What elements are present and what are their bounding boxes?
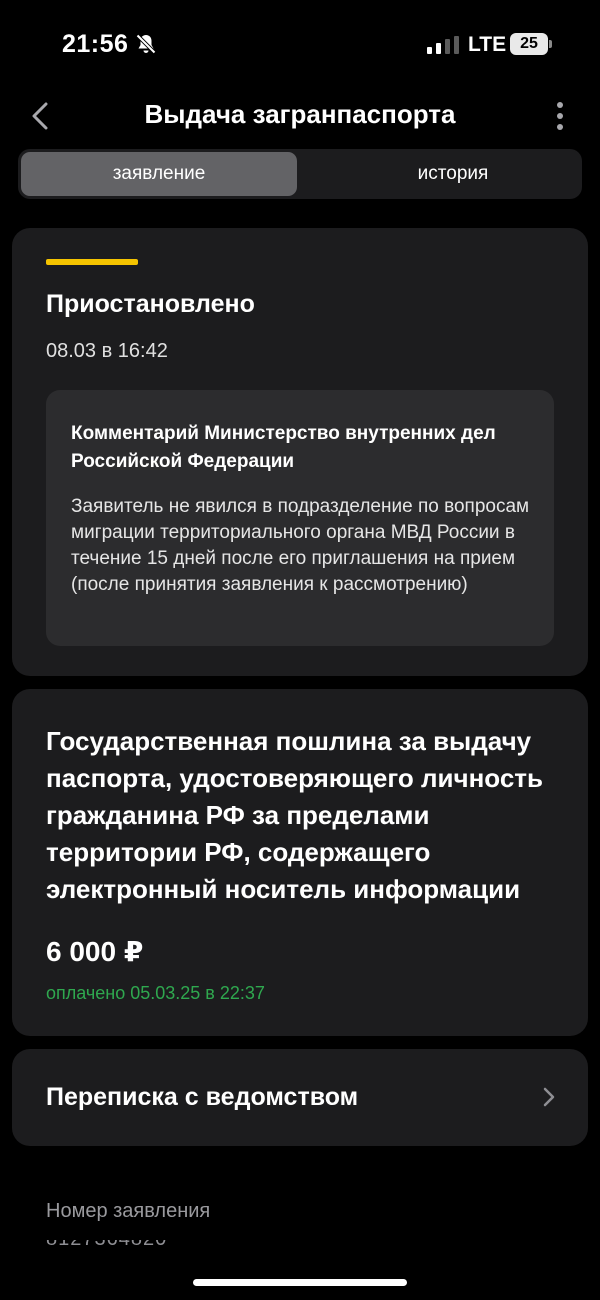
home-indicator[interactable] [193,1279,407,1286]
fee-title: Государственная пошлина за выдачу паспор… [46,726,543,904]
segmented-control: заявление история [18,149,582,199]
tab-application[interactable]: заявление [21,152,297,196]
comment-box: Комментарий Министерство внутренних дел … [46,390,554,646]
page-title: Выдача загранпаспорта [144,99,456,129]
fee-paid-status: оплачено 05.03.25 в 22:37 [46,983,265,1003]
comment-title: Комментарий Министерство внутренних дел … [71,423,496,472]
more-vertical-icon[interactable] [552,101,568,131]
status-date: 08.03 в 16:42 [46,340,168,362]
status-title: Приостановлено [46,290,255,318]
correspondence-label: Переписка с ведомством [46,1083,359,1111]
fee-card: Государственная пошлина за выдачу паспор… [12,689,588,1036]
network-type: LTE [468,33,507,56]
status-card: Приостановлено 08.03 в 16:42 Комментарий… [12,228,588,676]
battery-icon: 25 [510,33,552,55]
correspondence-button[interactable]: Переписка с ведомством [12,1049,588,1146]
comment-text: Заявитель не явился в подразделение по в… [71,496,530,595]
chevron-right-icon [543,1087,555,1107]
tab-history[interactable]: история [315,152,591,196]
status-bar: 21:56 LTE 25 [0,0,600,88]
bell-slash-icon [136,34,156,54]
battery-level: 25 [510,33,548,55]
signal-icon [427,36,459,54]
application-number-value: 8127364820 [46,1240,166,1250]
status-time: 21:56 [62,30,129,58]
application-number-label: Номер заявления [46,1200,211,1222]
fee-amount: 6 000 ₽ [46,936,144,967]
status-accent-bar [46,259,138,265]
